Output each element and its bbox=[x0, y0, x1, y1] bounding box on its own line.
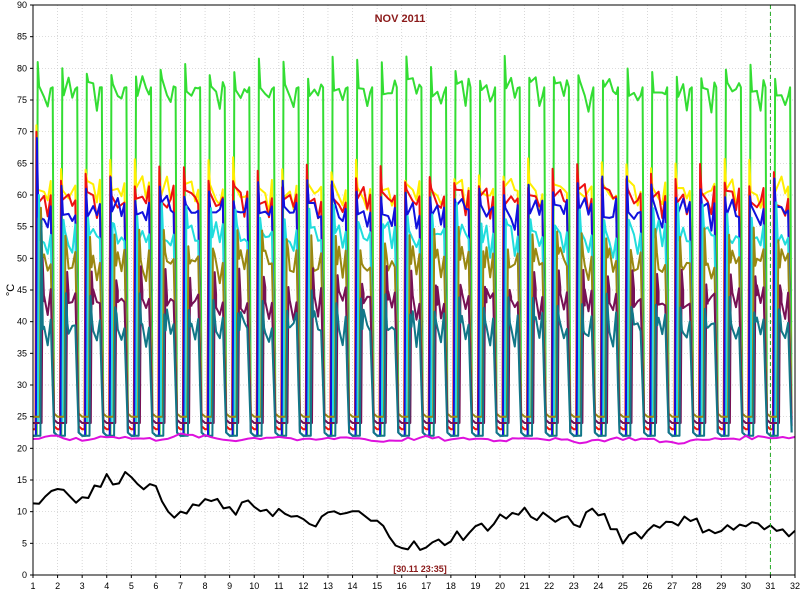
x-tick-label: 19 bbox=[470, 581, 480, 591]
y-tick-label: 5 bbox=[22, 538, 27, 548]
y-tick-label: 25 bbox=[17, 412, 27, 422]
x-tick-label: 12 bbox=[298, 581, 308, 591]
series-line-5 bbox=[33, 194, 793, 424]
x-tick-label: 17 bbox=[421, 581, 431, 591]
x-tick-label: 11 bbox=[274, 581, 283, 591]
y-tick-label: 75 bbox=[17, 95, 27, 105]
x-tick-label: 22 bbox=[544, 581, 554, 591]
series-line-10 bbox=[32, 471, 796, 551]
x-tick-label: 29 bbox=[716, 581, 726, 591]
x-tick-label: 15 bbox=[372, 581, 382, 591]
x-tick-label: 26 bbox=[643, 581, 653, 591]
x-tick-label: 16 bbox=[397, 581, 407, 591]
x-tick-label: 2 bbox=[55, 581, 60, 591]
y-tick-label: 55 bbox=[17, 222, 27, 232]
x-tick-label: 25 bbox=[618, 581, 628, 591]
y-tick-label: 15 bbox=[17, 475, 27, 485]
x-tick-label: 20 bbox=[495, 581, 505, 591]
series-line-9 bbox=[32, 432, 796, 445]
x-tick-label: 28 bbox=[692, 581, 702, 591]
x-tick-label: 8 bbox=[203, 581, 208, 591]
x-tick-label: 30 bbox=[741, 581, 751, 591]
y-tick-label: 0 bbox=[22, 570, 27, 580]
y-tick-label: 80 bbox=[17, 63, 27, 73]
x-tick-label: 18 bbox=[446, 581, 456, 591]
x-tick-label: 31 bbox=[765, 581, 775, 591]
y-axis-label: °C bbox=[5, 284, 17, 296]
x-tick-label: 23 bbox=[569, 581, 579, 591]
x-tick-label: 21 bbox=[520, 581, 530, 591]
x-tick-label: 4 bbox=[104, 581, 109, 591]
x-tick-label: 27 bbox=[667, 581, 677, 591]
y-tick-label: 10 bbox=[17, 507, 27, 517]
x-tick-label: 13 bbox=[323, 581, 333, 591]
x-tick-label: 14 bbox=[348, 581, 358, 591]
temperature-chart: 0510152025303540455055606570758085901 2 3 4… bbox=[5, 0, 800, 591]
chart-area: 0 5 10 15 20 25 30 35 40 45 50 55 60 65 70 75 80 85 90 1 2 3 4… bbox=[0, 0, 800, 600]
x-tick-label: 10 bbox=[249, 581, 259, 591]
y-tick-label: 45 bbox=[17, 285, 27, 295]
x-tick-label: 24 bbox=[593, 581, 603, 591]
y-tick-label: 70 bbox=[17, 127, 27, 137]
x-tick-label: 1 bbox=[30, 581, 35, 591]
y-tick-label: 50 bbox=[17, 253, 27, 263]
series-group bbox=[32, 54, 796, 551]
x-tick-label: 5 bbox=[129, 581, 134, 591]
y-tick-label: 30 bbox=[17, 380, 27, 390]
y-tick-label: 20 bbox=[17, 443, 27, 453]
current-time-marker-label: [30.11 23:35] bbox=[393, 564, 447, 574]
y-tick-label: 85 bbox=[17, 32, 27, 42]
x-tick-label: 7 bbox=[178, 581, 183, 591]
chart-title: NOV 2011 bbox=[375, 13, 426, 25]
x-tick-label: 9 bbox=[227, 581, 232, 591]
y-tick-label: 90 bbox=[17, 0, 27, 10]
y-tick-label: 65 bbox=[17, 158, 27, 168]
y-tick-label: 60 bbox=[17, 190, 27, 200]
y-tick-label: 40 bbox=[17, 317, 27, 327]
y-tick-label: 35 bbox=[17, 348, 27, 358]
x-tick-label: 32 bbox=[790, 581, 800, 591]
x-tick-label: 3 bbox=[80, 581, 85, 591]
x-tick-label: 6 bbox=[153, 581, 158, 591]
